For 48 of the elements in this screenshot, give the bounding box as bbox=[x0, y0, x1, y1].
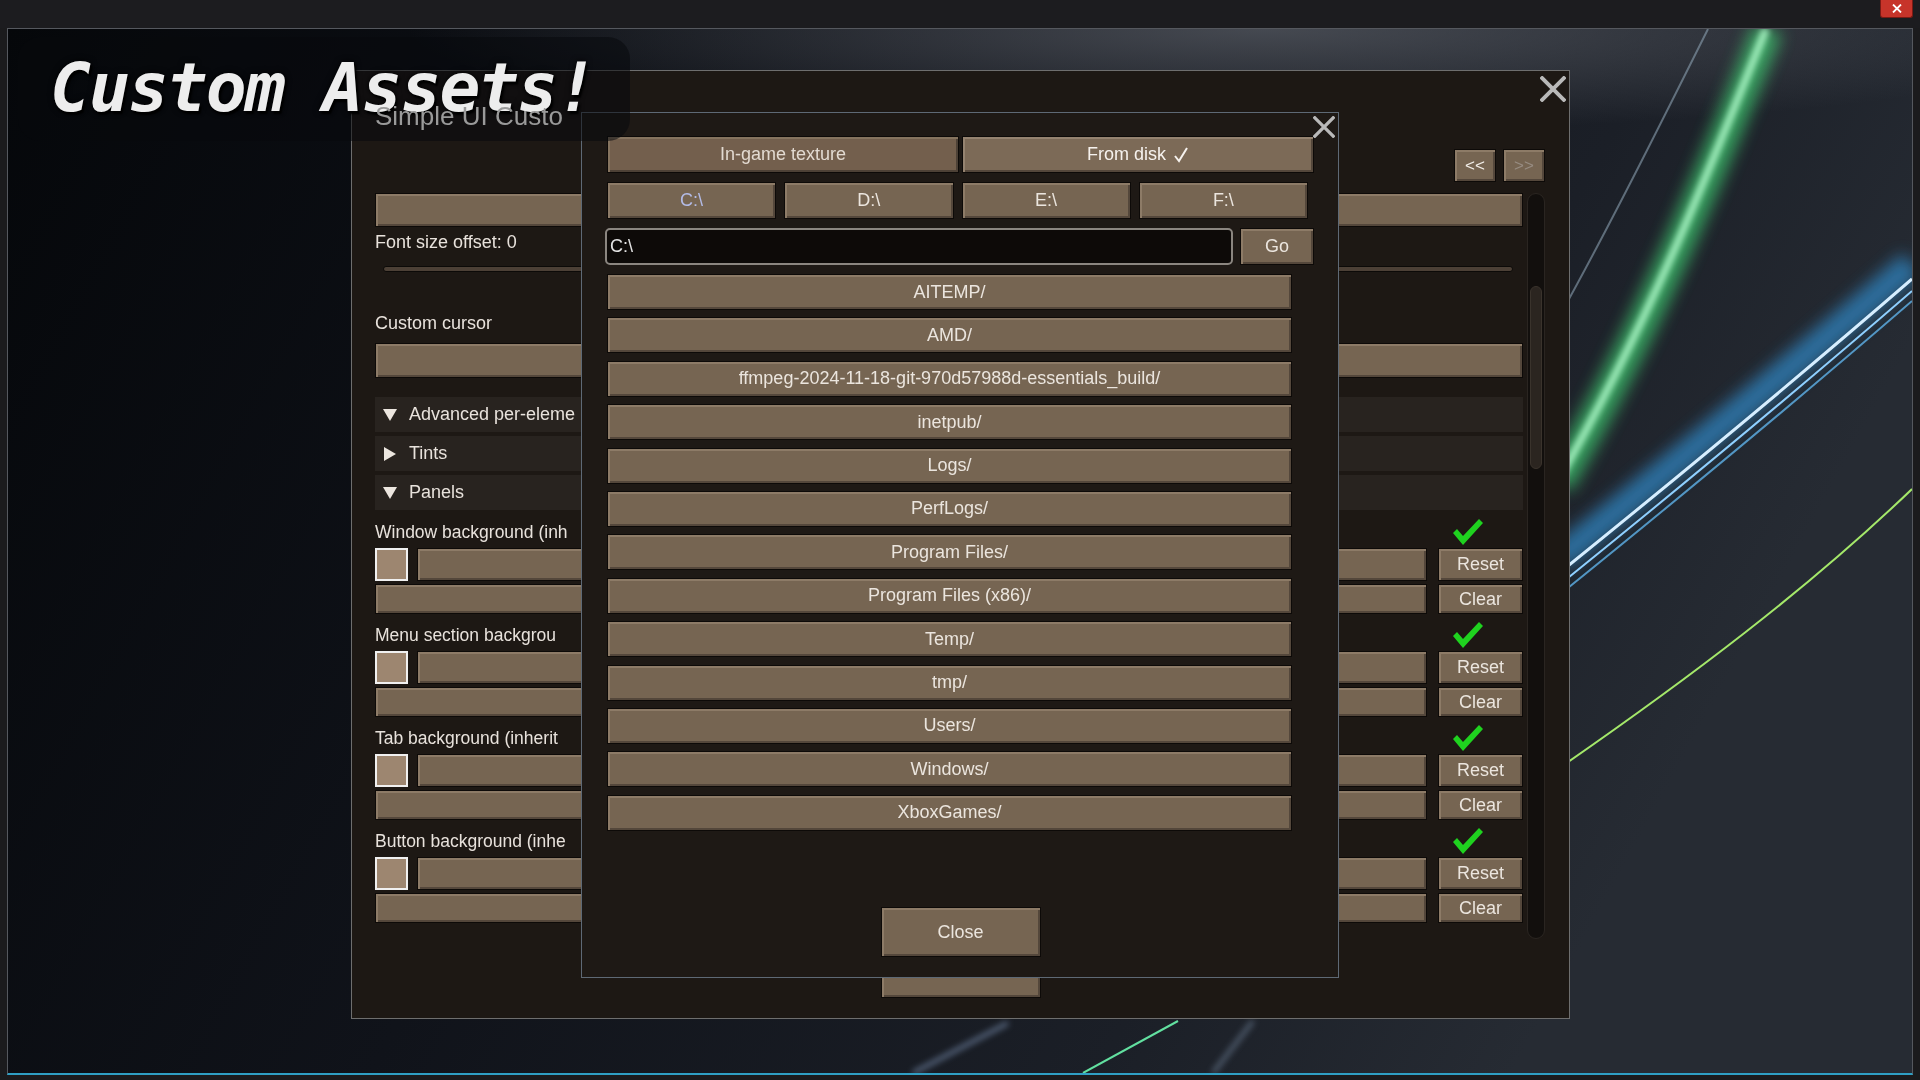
swatch-icon[interactable] bbox=[375, 651, 408, 684]
close-icon bbox=[1891, 4, 1902, 13]
entry-label: Window background (inh bbox=[375, 521, 568, 543]
folder-button[interactable]: Program Files/ bbox=[607, 534, 1292, 571]
swatch-icon[interactable] bbox=[375, 857, 408, 890]
entry-label: Button background (inhe bbox=[375, 830, 566, 852]
source-tab[interactable]: In-game texture bbox=[607, 136, 959, 173]
reset-button[interactable]: Reset bbox=[1438, 651, 1523, 684]
entry-label: Menu section backgrou bbox=[375, 624, 556, 646]
reset-button[interactable]: Reset bbox=[1438, 857, 1523, 890]
swatch-icon[interactable] bbox=[375, 754, 408, 787]
drive-button[interactable]: F:\ bbox=[1138, 182, 1308, 219]
folder-button[interactable]: XboxGames/ bbox=[607, 794, 1292, 831]
entry-label: Tab background (inherit bbox=[375, 727, 558, 749]
close-icon[interactable] bbox=[1540, 76, 1566, 102]
drive-button[interactable]: D:\ bbox=[784, 182, 954, 219]
go-button[interactable]: Go bbox=[1240, 228, 1314, 265]
folder-button[interactable]: Windows/ bbox=[607, 751, 1292, 788]
close-button[interactable]: Close bbox=[880, 907, 1041, 957]
field-label: Font size offset: 0 bbox=[375, 231, 517, 253]
folder-button[interactable]: AITEMP/ bbox=[607, 274, 1292, 310]
clear-button[interactable]: Clear bbox=[1438, 687, 1523, 717]
path-field[interactable]: C:\ bbox=[605, 228, 1233, 265]
reset-button[interactable]: Reset bbox=[1438, 754, 1523, 787]
folder-button[interactable]: tmp/ bbox=[607, 664, 1292, 701]
scrollbar[interactable] bbox=[1527, 193, 1545, 939]
check-icon bbox=[1173, 146, 1189, 163]
clear-button[interactable]: Clear bbox=[1438, 584, 1523, 614]
folder-button[interactable]: ffmpeg-2024-11-18-git-970d57988d-essentials_build/ bbox=[607, 360, 1292, 397]
folder-button[interactable]: Logs/ bbox=[607, 447, 1292, 484]
folder-button[interactable]: PerfLogs/ bbox=[607, 490, 1292, 527]
folder-button[interactable]: AMD/ bbox=[607, 317, 1292, 354]
folder-button[interactable]: inetpub/ bbox=[607, 404, 1292, 441]
page-button[interactable]: << bbox=[1454, 149, 1496, 182]
reset-button[interactable]: Reset bbox=[1438, 548, 1523, 581]
folder-button[interactable]: Users/ bbox=[607, 707, 1292, 744]
folder-button[interactable]: Program Files (x86)/ bbox=[607, 577, 1292, 614]
scrollbar-thumb[interactable] bbox=[1530, 286, 1542, 469]
drive-button[interactable]: E:\ bbox=[961, 182, 1131, 219]
folder-button[interactable]: Temp/ bbox=[607, 621, 1292, 658]
source-tab[interactable]: From disk bbox=[962, 136, 1314, 173]
close-button[interactable] bbox=[1880, 0, 1913, 18]
clear-button[interactable]: Clear bbox=[1438, 790, 1523, 820]
drive-button[interactable]: C:\ bbox=[607, 182, 777, 219]
swatch-icon[interactable] bbox=[375, 548, 408, 581]
close-icon[interactable] bbox=[1313, 116, 1335, 138]
field-label: Custom cursor bbox=[375, 312, 493, 334]
clear-button[interactable]: Clear bbox=[1438, 893, 1523, 923]
